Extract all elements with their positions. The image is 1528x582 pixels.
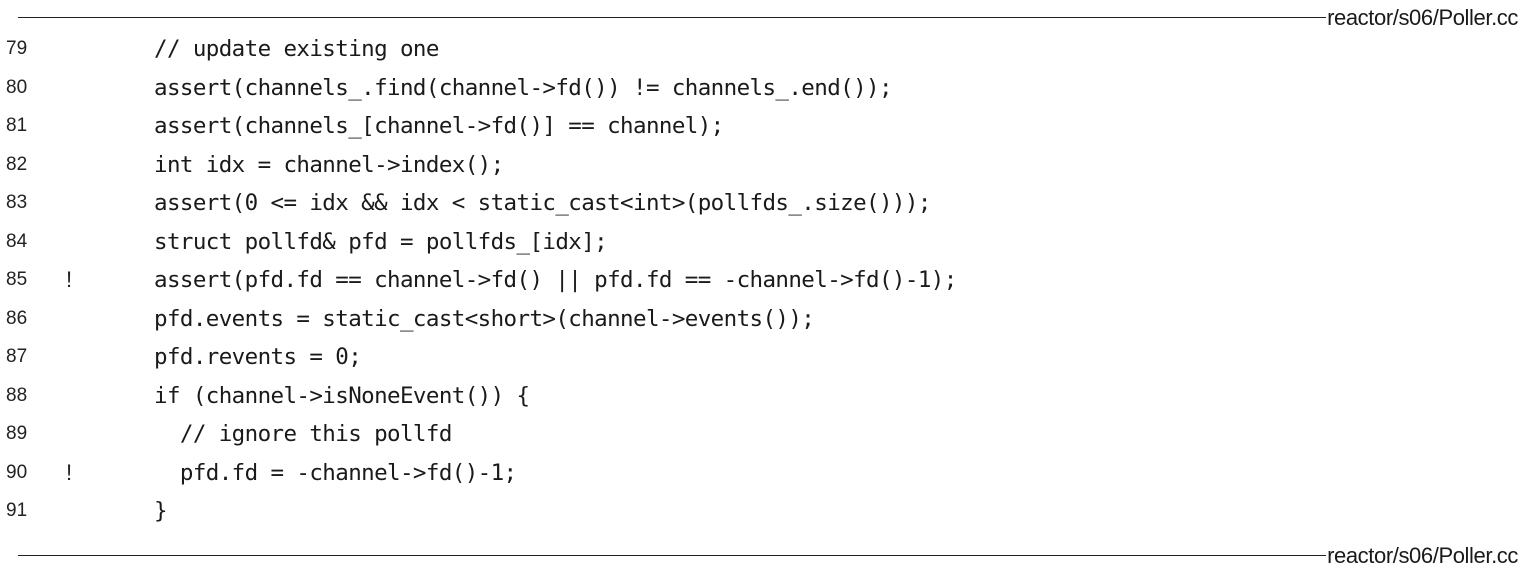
line-marker: ! [66, 459, 73, 485]
line-text: assert(pfd.fd == channel->fd() || pfd.fd… [154, 267, 957, 293]
line-text: struct pollfd& pfd = pollfds_[idx]; [154, 228, 608, 255]
line-number: 87 [6, 346, 28, 367]
line-text: } [154, 498, 168, 524]
code-line: 89 // ignore this pollfd [0, 415, 1528, 454]
code-line: 79 // update existing one [0, 30, 1528, 69]
code-line: 91 } [0, 492, 1528, 531]
line-text: pfd.revents = 0; [154, 344, 362, 370]
line-number: 83 [6, 192, 28, 213]
line-text: int idx = channel->index(); [154, 151, 504, 178]
line-text: assert(channels_.find(channel->fd()) != … [154, 74, 893, 101]
line-text: pfd.events = static_cast<short>(channel-… [154, 305, 815, 332]
line-number: 79 [6, 38, 28, 59]
line-number: 85 [6, 269, 28, 290]
line-text: // ignore this pollfd [154, 421, 452, 447]
code-line: 87 pfd.revents = 0; [0, 338, 1528, 377]
code-line: 90 ! pfd.fd = -channel->fd()-1; [0, 454, 1528, 493]
footer-rule [18, 555, 1326, 556]
line-text: if (channel->isNoneEvent()) { [154, 382, 530, 409]
code-line: 81 assert(channels_[channel->fd()] == ch… [0, 107, 1528, 146]
line-number: 81 [6, 115, 28, 136]
code-line: 80 assert(channels_.find(channel->fd()) … [0, 69, 1528, 108]
line-text: // update existing one [154, 36, 439, 62]
code-line: 88 if (channel->isNoneEvent()) { [0, 377, 1528, 416]
code-line: 82 int idx = channel->index(); [0, 146, 1528, 185]
line-text: pfd.fd = -channel->fd()-1; [154, 459, 517, 486]
line-number: 88 [6, 384, 28, 406]
code-listing: 79 // update existing one 80 assert(chan… [0, 30, 1528, 531]
header-rule [18, 17, 1326, 18]
code-line: 85 ! assert(pfd.fd == channel->fd() || p… [0, 261, 1528, 300]
line-marker: ! [66, 267, 73, 292]
line-number: 86 [6, 307, 28, 329]
listing-footer: reactor/s06/Poller.cc [0, 538, 1528, 574]
line-number: 84 [6, 230, 28, 252]
code-line: 84 struct pollfd& pfd = pollfds_[idx]; [0, 223, 1528, 262]
code-line: 83 assert(0 <= idx && idx < static_cast<… [0, 184, 1528, 223]
footer-filename: reactor/s06/Poller.cc [1327, 543, 1518, 568]
line-number: 89 [6, 423, 28, 444]
line-number: 80 [6, 76, 28, 98]
line-text: assert(channels_[channel->fd()] == chann… [154, 113, 724, 139]
line-number: 82 [6, 153, 28, 175]
code-line: 86 pfd.events = static_cast<short>(chann… [0, 300, 1528, 339]
line-text: assert(0 <= idx && idx < static_cast<int… [154, 190, 931, 216]
line-number: 90 [6, 461, 28, 483]
line-number: 91 [6, 500, 28, 521]
